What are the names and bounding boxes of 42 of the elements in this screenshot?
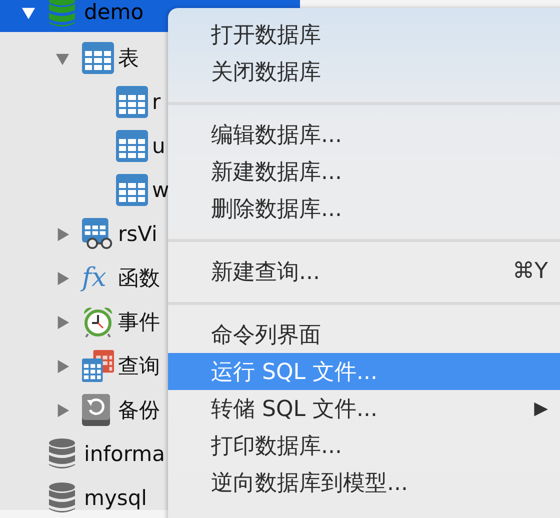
submenu-arrow-icon: ▶: [534, 398, 548, 419]
query-grids-icon: [82, 350, 114, 382]
table-with-glasses-icon: [82, 218, 114, 250]
tree-item-label[interactable]: informa: [84, 442, 165, 466]
menu-item-label: 新建查询...: [211, 258, 320, 286]
tree-item-label[interactable]: 事件: [118, 308, 160, 336]
menu-item[interactable]: 命令列界面: [168, 316, 560, 353]
menu-item-label: 删除数据库...: [211, 196, 342, 224]
shortcut-label: ⌘Y: [512, 259, 548, 284]
backup-icon: [82, 394, 110, 426]
menu-item-label: 转储 SQL 文件...: [211, 396, 378, 424]
menu-item-label: 逆向数据库到模型...: [211, 470, 408, 498]
table-icon: [116, 174, 148, 206]
tree-item-label[interactable]: w: [152, 178, 170, 202]
tree-item-label[interactable]: mysql: [84, 486, 147, 510]
table-icon: [116, 130, 148, 162]
menu-item-label: 编辑数据库...: [211, 122, 342, 150]
tree-item-label[interactable]: u: [152, 134, 166, 158]
menu-item[interactable]: 逆向数据库到模型...: [168, 464, 560, 501]
menu-item[interactable]: 新建数据库...: [168, 153, 560, 190]
table-icon: [82, 42, 114, 74]
menu-item-label: 运行 SQL 文件...: [211, 358, 378, 386]
tree-item-label[interactable]: 备份: [118, 396, 160, 424]
menu-item[interactable]: 转储 SQL 文件... ▶: [168, 390, 560, 427]
alarm-clock-icon: [82, 306, 114, 338]
table-icon: [116, 86, 148, 118]
tree-item-label[interactable]: 表: [118, 44, 139, 72]
tree-item-label[interactable]: 查询: [118, 352, 160, 380]
tree-item-label[interactable]: 函数: [118, 264, 160, 292]
menu-item[interactable]: 新建查询... ⌘Y: [168, 253, 560, 290]
menu-item[interactable]: 打印数据库...: [168, 427, 560, 464]
tree-item-label[interactable]: rsVi: [118, 222, 158, 246]
menu-item[interactable]: 编辑数据库...: [168, 116, 560, 153]
menu-item[interactable]: 关闭数据库: [168, 53, 560, 90]
tree-item-label[interactable]: r: [152, 90, 161, 114]
menu-item-label: 关闭数据库: [211, 58, 321, 86]
menu-item[interactable]: 删除数据库...: [168, 190, 560, 227]
menu-item-label: 命令列界面: [211, 322, 321, 350]
menu-item-label: 打印数据库...: [211, 432, 342, 460]
tree-item-label: demo: [84, 0, 144, 24]
function-icon: fx: [82, 265, 106, 291]
menu-item-label: 新建数据库...: [211, 158, 342, 186]
